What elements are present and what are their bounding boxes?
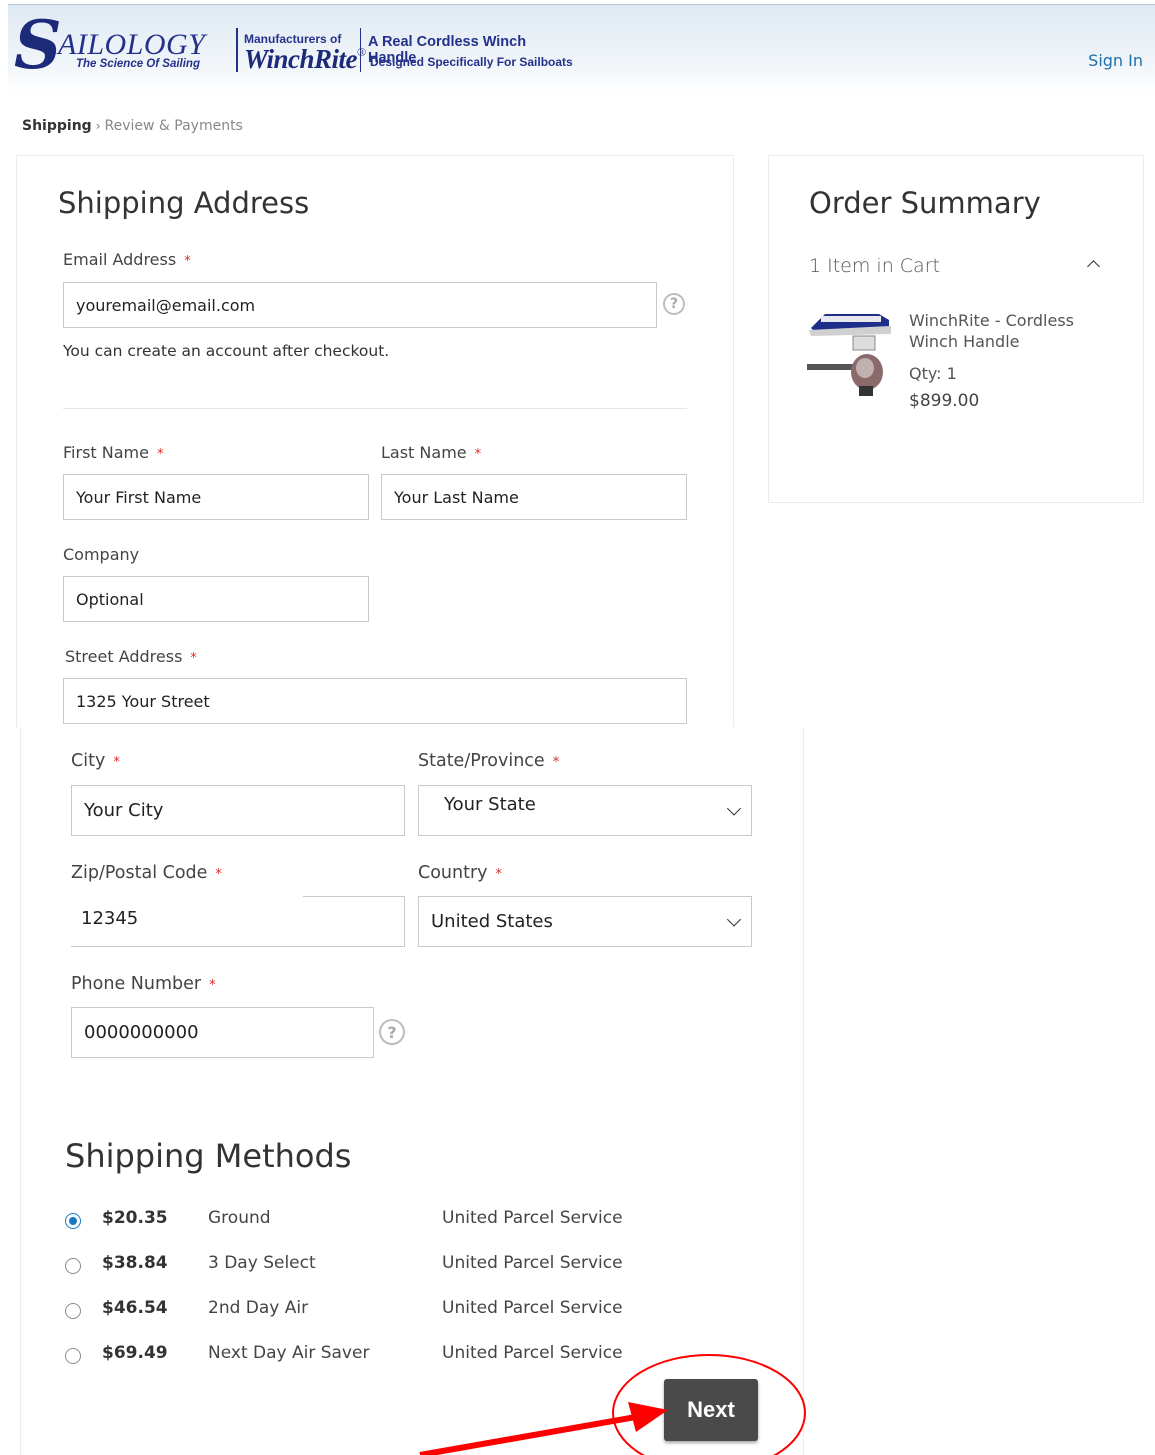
company-field[interactable]: Optional	[63, 576, 369, 622]
header-subheadline: Designed Specifically For Sailboats	[370, 55, 573, 69]
annotation-arrow-head	[628, 1402, 668, 1432]
zip-field-top-border	[303, 896, 405, 897]
city-label: City *	[71, 751, 120, 771]
method-price: $38.84	[102, 1253, 168, 1273]
logo-divider	[236, 28, 238, 72]
order-summary-title: Order Summary	[809, 186, 1041, 220]
chevron-down-icon	[726, 911, 742, 927]
street-address-label: Street Address *	[65, 647, 197, 666]
zip-label: Zip/Postal Code *	[71, 863, 222, 883]
shipping-address-card	[16, 155, 734, 728]
email-label: Email Address *	[63, 250, 191, 269]
zip-field[interactable]: 12345	[71, 896, 405, 947]
method-name: 2nd Day Air	[208, 1298, 309, 1318]
breadcrumb-review-payments[interactable]: Review & Payments	[105, 118, 243, 134]
phone-label: Phone Number *	[71, 974, 216, 994]
country-select[interactable]: United States	[418, 896, 752, 947]
method-price: $46.54	[102, 1298, 168, 1318]
email-help-icon[interactable]: ?	[663, 293, 685, 315]
city-field[interactable]: Your City	[71, 785, 405, 836]
method-carrier: United Parcel Service	[442, 1253, 623, 1273]
shipping-methods-title: Shipping Methods	[65, 1137, 352, 1175]
breadcrumb-separator: ›	[95, 119, 101, 133]
item-name: WinchRite - Cordless Winch Handle	[909, 311, 1074, 351]
item-price: $899.00	[909, 391, 980, 411]
method-price: $20.35	[102, 1208, 168, 1228]
email-note: You can create an account after checkout…	[63, 342, 390, 360]
state-label: State/Province *	[418, 751, 560, 771]
method-name: 3 Day Select	[208, 1253, 316, 1273]
country-label: Country *	[418, 863, 503, 883]
email-divider	[63, 408, 687, 409]
last-name-field[interactable]: Your Last Name	[381, 474, 687, 520]
3-day-select-radio[interactable]	[65, 1258, 81, 1274]
method-carrier: United Parcel Service	[442, 1298, 623, 1318]
phone-field[interactable]: 0000000000	[71, 1007, 374, 1058]
last-name-label: Last Name *	[381, 443, 482, 462]
annotation-arrow-shaft	[419, 1414, 637, 1455]
first-name-field[interactable]: Your First Name	[63, 474, 369, 520]
item-qty: Qty: 1	[909, 364, 957, 383]
state-select-value: Your State	[444, 794, 536, 815]
company-label: Company	[63, 545, 140, 564]
shipping-address-title: Shipping Address	[58, 186, 310, 220]
shipping-method-row[interactable]: $38.84 3 Day Select United Parcel Servic…	[65, 1253, 705, 1279]
country-select-value: United States	[431, 911, 553, 932]
sailology-logo[interactable]: S AILOLOGY The Science Of Sailing Manufa…	[14, 12, 574, 84]
headline-divider	[360, 28, 361, 72]
shipping-method-row[interactable]: $46.54 2nd Day Air United Parcel Service	[65, 1298, 705, 1324]
sign-in-link[interactable]: Sign In	[1088, 51, 1143, 70]
logo-tagline: The Science Of Sailing	[76, 58, 200, 70]
ground-radio[interactable]	[65, 1213, 81, 1229]
logo-name: AILOLOGY	[58, 28, 206, 61]
phone-help-icon[interactable]: ?	[379, 1019, 405, 1045]
2nd-day-air-radio[interactable]	[65, 1303, 81, 1319]
street-address-field[interactable]: 1325 Your Street	[63, 678, 687, 724]
method-name: Ground	[208, 1208, 271, 1228]
annotation-overlay	[419, 1354, 806, 1455]
winchrite-brand: WinchRite®	[244, 44, 366, 74]
winchrite-product-image	[807, 314, 891, 396]
breadcrumb-shipping: Shipping	[22, 118, 92, 134]
items-in-cart[interactable]: 1 Item in Cart	[809, 255, 940, 277]
checkout-breadcrumb: Shipping › Review & Payments	[22, 118, 243, 134]
state-select[interactable]: Your State	[418, 785, 752, 836]
chevron-down-icon	[726, 800, 742, 816]
email-field[interactable]: youremail@email.com	[63, 282, 657, 328]
shipping-method-row[interactable]: $20.35 Ground United Parcel Service	[65, 1208, 705, 1234]
logo-s: S	[14, 6, 62, 84]
method-carrier: United Parcel Service	[442, 1208, 623, 1228]
first-name-label: First Name *	[63, 443, 164, 462]
